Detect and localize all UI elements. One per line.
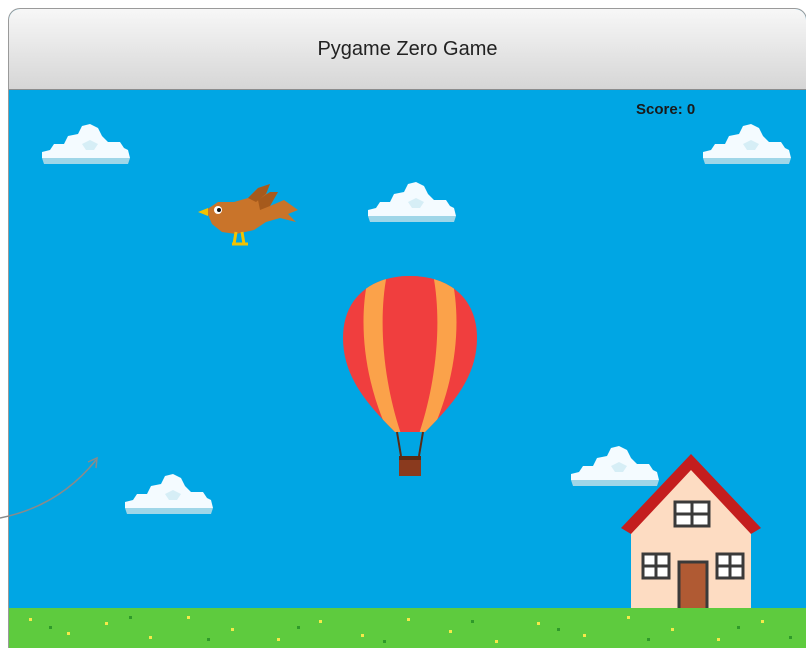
grass-ground bbox=[9, 608, 806, 648]
game-canvas[interactable]: Score: 0 bbox=[9, 90, 806, 648]
game-window: Pygame Zero Game Score: 0 bbox=[8, 8, 806, 648]
cloud-sprite bbox=[368, 182, 456, 222]
title-bar[interactable]: Pygame Zero Game bbox=[9, 9, 806, 90]
cloud-sprite bbox=[125, 474, 213, 514]
score-label: Score: 0 bbox=[636, 101, 696, 118]
house-sprite bbox=[621, 454, 761, 610]
cloud-sprite bbox=[703, 124, 791, 164]
cloud-sprite bbox=[42, 124, 130, 164]
hot-air-balloon-sprite bbox=[343, 276, 477, 476]
bird-sprite bbox=[198, 184, 298, 246]
window-title: Pygame Zero Game bbox=[317, 38, 498, 60]
